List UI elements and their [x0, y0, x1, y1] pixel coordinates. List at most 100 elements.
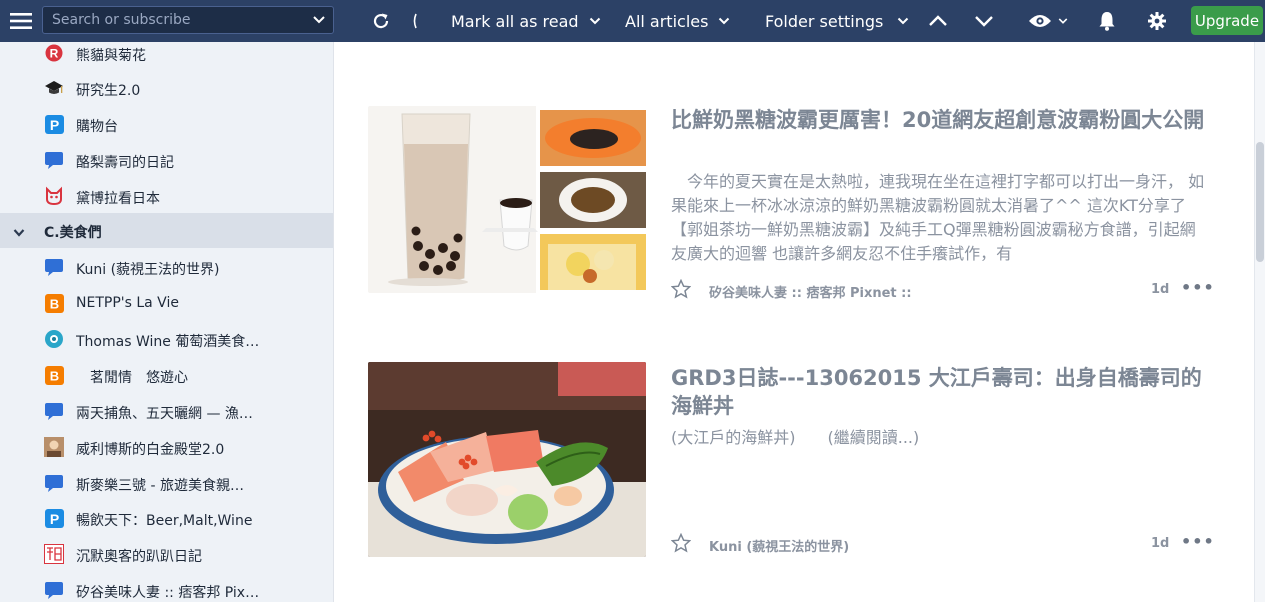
feed-label: 茗閒情 悠遊心 [76, 370, 188, 386]
graduation-cap-icon [44, 78, 64, 98]
article-title[interactable]: GRD3日誌---13062015 大江戶壽司：出身自橋壽司的海鮮丼 [671, 364, 1211, 420]
avatar-photo-icon [44, 437, 64, 457]
scrollbar[interactable] [1254, 42, 1265, 602]
svg-text:R: R [50, 47, 59, 61]
pixnet-p-icon: P [44, 114, 64, 134]
blogger-icon: B [44, 293, 64, 313]
feed-label: 兩天捕魚、五天曬網 — 漁… [76, 406, 253, 422]
red-seal-icon [44, 544, 64, 564]
all-articles-label: All articles [625, 11, 709, 31]
red-cat-icon [44, 186, 64, 206]
article-thumbnail-image [368, 106, 647, 293]
upgrade-label: Upgrade [1194, 11, 1260, 30]
sidebar-feed-item[interactable]: 黛博拉看日本 [0, 179, 333, 213]
feed-label: 威利博斯的白金殿堂2.0 [76, 442, 225, 458]
feed-label: 斯麥樂三號 - 旅遊美食親… [76, 478, 244, 494]
feed-label: NETPP's La Vie [76, 295, 179, 311]
pixnet-p-icon: P [44, 508, 64, 528]
r-logo-icon: R [44, 43, 64, 63]
speech-bubble-icon [44, 580, 64, 600]
article-snippet: 今年的夏天實在是太熱啦，連我現在坐在這裡打字都可以打出一身汗， 如果能來上一杯冰… [671, 172, 1205, 263]
partial-separator [412, 0, 418, 42]
sidebar-feed-item[interactable]: P 暢飲天下：Beer,Malt,Wine [0, 501, 333, 535]
top-toolbar: Mark all as read All articles Folder set… [0, 0, 1265, 42]
article-thumbnail-image [368, 362, 646, 557]
sidebar-feed-item[interactable]: B NETPP's La Vie [0, 286, 333, 320]
article-source[interactable]: Kuni (藐視王法的世界) [709, 536, 849, 555]
article-card[interactable]: GRD3日誌---13062015 大江戶壽司：出身自橋壽司的海鮮丼 (大江戶的… [368, 362, 1228, 562]
feed-label: Kuni (藐視王法的世界) [76, 262, 220, 278]
wine-logo-icon [44, 329, 64, 349]
all-articles-dropdown[interactable]: All articles [625, 0, 730, 42]
blogger-icon: B [44, 365, 64, 385]
search-box[interactable] [42, 6, 334, 34]
previous-article-button[interactable] [928, 0, 948, 42]
feed-label: 黛博拉看日本 [76, 191, 160, 207]
upgrade-button[interactable]: Upgrade [1191, 6, 1263, 35]
sidebar-feed-item[interactable]: 矽谷美味人妻 :: 痞客邦 Pix… [0, 573, 333, 602]
feed-label: 購物台 [76, 119, 118, 135]
folder-settings-dropdown[interactable]: Folder settings [765, 0, 909, 42]
article-source[interactable]: 矽谷美味人妻 :: 痞客邦 Pixnet :: [709, 282, 912, 301]
svg-text:P: P [49, 117, 58, 133]
view-options-button[interactable] [1028, 0, 1068, 42]
sidebar-feed-item[interactable]: 沉默奧客的趴趴日記 [0, 537, 333, 571]
chevron-down-icon [898, 17, 909, 25]
article-card[interactable]: 比鮮奶黑糖波霸更厲害！20道網友超創意波霸粉圓大公開 今年的夏天實在是太熱啦，連… [368, 106, 1228, 306]
sidebar-feed-item[interactable]: 研究生2.0 [0, 71, 333, 105]
feed-label: 沉默奧客的趴趴日記 [76, 549, 202, 565]
gear-icon[interactable] [1148, 0, 1166, 42]
feed-label: Thomas Wine 葡萄酒美食… [76, 334, 260, 350]
chevron-down-icon[interactable] [13, 226, 25, 242]
article-title[interactable]: 比鮮奶黑糖波霸更厲害！20道網友超創意波霸粉圓大公開 [671, 106, 1211, 134]
sidebar-feed-item[interactable]: Thomas Wine 葡萄酒美食… [0, 322, 333, 356]
feed-label: 酪梨壽司的日記 [76, 155, 174, 171]
article-snippet: (大江戶的海鮮丼) (繼續閱讀...) [671, 428, 920, 447]
feed-label: 研究生2.0 [76, 83, 141, 99]
sidebar-feed-item[interactable]: P 購物台 [0, 107, 333, 141]
article-date: 1d [1151, 282, 1170, 297]
star-icon[interactable] [670, 532, 692, 557]
svg-text:B: B [49, 296, 58, 311]
chevron-down-icon [975, 16, 993, 27]
folder-header[interactable]: C.美食們 [0, 213, 333, 248]
next-article-button[interactable] [974, 0, 994, 42]
article-date: 1d [1151, 536, 1170, 551]
feed-sidebar: R 熊貓與菊花 研究生2.0 P 購物台 酪梨壽司的日記 黛博拉看日本 C.美食… [0, 42, 334, 602]
star-icon[interactable] [670, 278, 692, 303]
svg-text:P: P [49, 511, 58, 527]
svg-text:B: B [49, 368, 58, 383]
feed-label: 矽谷美味人妻 :: 痞客邦 Pix… [76, 585, 260, 601]
speech-bubble-icon [44, 150, 64, 170]
search-input[interactable] [43, 12, 293, 28]
mark-all-read-button[interactable]: Mark all as read [451, 0, 601, 42]
sidebar-feed-item[interactable]: 威利博斯的白金殿堂2.0 [0, 430, 333, 464]
speech-bubble-icon [44, 257, 64, 277]
feed-label: 暢飲天下：Beer,Malt,Wine [76, 513, 253, 529]
sidebar-feed-item[interactable]: Kuni (藐視王法的世界) [0, 250, 333, 284]
hamburger-icon[interactable] [10, 0, 32, 42]
sidebar-feed-item[interactable]: 兩天捕魚、五天曬網 — 漁… [0, 394, 333, 428]
more-options-button[interactable]: ••• [1181, 278, 1215, 297]
article-meta: Kuni (藐視王法的世界) 1d ••• [670, 532, 1214, 557]
feed-label: 熊貓與菊花 [76, 48, 146, 64]
more-options-button[interactable]: ••• [1181, 532, 1215, 551]
chevron-down-icon[interactable] [312, 12, 326, 31]
article-meta: 矽谷美味人妻 :: 痞客邦 Pixnet :: 1d ••• [670, 278, 1214, 303]
sidebar-feed-item[interactable]: 斯麥樂三號 - 旅遊美食親… [0, 466, 333, 500]
sidebar-feed-item[interactable]: R 熊貓與菊花 [0, 42, 333, 70]
speech-bubble-icon [44, 473, 64, 493]
chevron-up-icon [929, 15, 947, 26]
sidebar-feed-item[interactable]: B 茗閒情 悠遊心 [0, 358, 333, 392]
folder-label: C.美食們 [44, 225, 102, 241]
chevron-down-icon [719, 17, 730, 25]
folder-settings-label: Folder settings [765, 11, 884, 31]
chevron-down-icon [1058, 18, 1068, 24]
eye-icon [1029, 15, 1051, 27]
chevron-down-icon [589, 17, 600, 25]
mark-all-read-label: Mark all as read [451, 11, 579, 31]
refresh-icon[interactable] [371, 0, 391, 42]
scrollbar-thumb[interactable] [1256, 142, 1264, 262]
bell-icon[interactable] [1098, 0, 1116, 42]
sidebar-feed-item[interactable]: 酪梨壽司的日記 [0, 143, 333, 177]
